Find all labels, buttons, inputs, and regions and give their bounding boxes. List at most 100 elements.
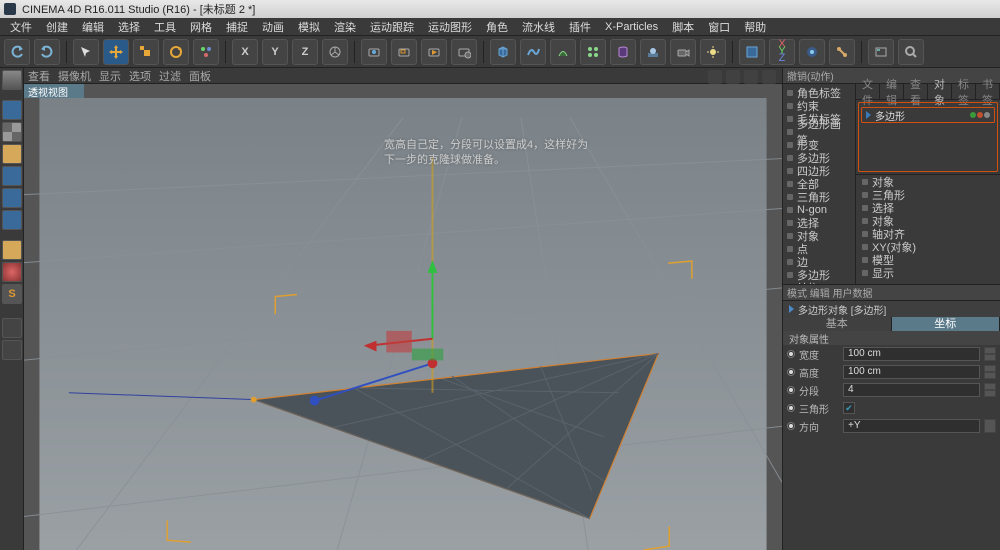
segments-field[interactable]: 4	[843, 383, 980, 397]
viewport-menu[interactable]: 查看摄像机显示选项过滤面板	[24, 68, 782, 84]
viewport-solo-icon[interactable]	[2, 318, 22, 338]
menu-工具[interactable]: 工具	[148, 19, 182, 35]
menu-脚本[interactable]: 脚本	[666, 19, 700, 35]
vpmenu-面板[interactable]: 面板	[189, 68, 211, 84]
snap-icon[interactable]: S	[2, 284, 22, 304]
live-select-icon[interactable]	[73, 39, 99, 65]
cmd-8[interactable]: 三角形	[783, 190, 855, 203]
menu-渲染[interactable]: 渲染	[328, 19, 362, 35]
menu-选择[interactable]: 选择	[112, 19, 146, 35]
tab-basic[interactable]: 基本	[783, 317, 892, 331]
perspective-viewport[interactable]: 查看摄像机显示选项过滤面板 透视视图	[24, 68, 782, 550]
objtab-对象[interactable]: 对象	[928, 84, 952, 99]
menu-模拟[interactable]: 模拟	[292, 19, 326, 35]
object-row-polygon[interactable]: 多边形	[861, 107, 995, 123]
command-list[interactable]: 角色标签约束毛发标签多边形画笔形变多边形四边形全部三角形N-gon选择对象点边多…	[783, 84, 856, 284]
render-view-icon[interactable]	[361, 39, 387, 65]
undo-button[interactable]	[4, 39, 30, 65]
deformer-icon[interactable]	[610, 39, 636, 65]
xref-icon[interactable]	[739, 39, 765, 65]
edge-mode-icon[interactable]	[2, 188, 22, 208]
cmd-6[interactable]: 四边形	[783, 164, 855, 177]
cmd-12[interactable]: 点	[783, 242, 855, 255]
cube-primitive-icon[interactable]	[490, 39, 516, 65]
vpmenu-过滤[interactable]: 过滤	[159, 68, 181, 84]
cmd-11[interactable]: 对象	[783, 229, 855, 242]
rotate-icon[interactable]	[163, 39, 189, 65]
last-tool-icon[interactable]	[193, 39, 219, 65]
objtab-文件[interactable]: 文件	[856, 84, 880, 99]
menu-流水线[interactable]: 流水线	[516, 19, 561, 35]
orientation-dropdown-icon[interactable]	[984, 419, 996, 433]
vpmenu-选项[interactable]: 选项	[129, 68, 151, 84]
render-region-icon[interactable]	[391, 39, 417, 65]
objtab-编辑[interactable]: 编辑	[880, 84, 904, 99]
coord-sys-icon[interactable]	[322, 39, 348, 65]
objtab-书签[interactable]: 书签	[976, 84, 1000, 99]
light-icon[interactable]	[700, 39, 726, 65]
move-icon[interactable]	[103, 39, 129, 65]
main-toolbar[interactable]: X Y Z XYZ	[0, 36, 1000, 68]
x-axis-icon[interactable]: X	[232, 39, 258, 65]
vpmenu-摄像机[interactable]: 摄像机	[58, 68, 91, 84]
menu-插件[interactable]: 插件	[563, 19, 597, 35]
menu-X-Particles[interactable]: X-Particles	[599, 21, 664, 33]
menu-帮助[interactable]: 帮助	[738, 19, 772, 35]
environment-icon[interactable]	[640, 39, 666, 65]
point-mode-icon[interactable]	[2, 166, 22, 186]
menu-网格[interactable]: 网格	[184, 19, 218, 35]
cmd-3[interactable]: 多边形画笔	[783, 125, 855, 138]
segments-stepper[interactable]	[984, 383, 996, 397]
array-icon[interactable]	[580, 39, 606, 65]
render-solo-icon[interactable]	[2, 340, 22, 360]
make-editable-icon[interactable]	[2, 70, 22, 90]
menu-编辑[interactable]: 编辑	[76, 19, 110, 35]
objtab-标签[interactable]: 标签	[952, 84, 976, 99]
height-field[interactable]: 100 cm	[843, 365, 980, 379]
menu-捕捉[interactable]: 捕捉	[220, 19, 254, 35]
search-icon[interactable]	[898, 39, 924, 65]
menu-动画[interactable]: 动画	[256, 19, 290, 35]
height-stepper[interactable]	[984, 365, 996, 379]
cmd-0[interactable]: 角色标签	[783, 86, 855, 99]
menu-文件[interactable]: 文件	[4, 19, 38, 35]
width-field[interactable]: 100 cm	[843, 347, 980, 361]
objtab-查看[interactable]: 查看	[904, 84, 928, 99]
menu-运动跟踪[interactable]: 运动跟踪	[364, 19, 420, 35]
camera-icon[interactable]	[670, 39, 696, 65]
mode-toolbar[interactable]: S	[0, 68, 24, 550]
vpmenu-显示[interactable]: 显示	[99, 68, 121, 84]
texture-mode-icon[interactable]	[2, 122, 22, 142]
menu-创建[interactable]: 创建	[40, 19, 74, 35]
main-menu[interactable]: 文件创建编辑选择工具网格捕捉动画模拟渲染运动跟踪运动图形角色流水线插件X-Par…	[0, 18, 1000, 36]
y-axis-icon[interactable]: Y	[262, 39, 288, 65]
spline-icon[interactable]	[520, 39, 546, 65]
model-mode-icon[interactable]	[2, 100, 22, 120]
axis-icon[interactable]	[2, 240, 22, 260]
menu-运动图形[interactable]: 运动图形	[422, 19, 478, 35]
object-manager[interactable]: 文件编辑查看对象标签书签 多边形 对象三角形选择对象轴对齐XY(对象)模型显示	[856, 84, 1000, 284]
render-pv-icon[interactable]	[421, 39, 447, 65]
triangle-checkbox[interactable]	[843, 402, 855, 414]
attr-menu[interactable]: 模式 编辑 用户数据	[783, 285, 1000, 301]
content-browser-icon[interactable]	[868, 39, 894, 65]
nurbs-icon[interactable]	[550, 39, 576, 65]
poly-mode-icon[interactable]	[2, 210, 22, 230]
redo-button[interactable]	[34, 39, 60, 65]
menu-角色[interactable]: 角色	[480, 19, 514, 35]
render-settings-icon[interactable]	[451, 39, 477, 65]
attr-tabs[interactable]: 基本 坐标	[783, 317, 1000, 331]
z-axis-icon[interactable]: Z	[292, 39, 318, 65]
layer-7[interactable]: 显示	[856, 266, 1000, 279]
menu-窗口[interactable]: 窗口	[702, 19, 736, 35]
object-manager-tabs[interactable]: 文件编辑查看对象标签书签	[856, 84, 1000, 100]
coord-icon[interactable]: XYZ	[769, 39, 795, 65]
cmd-10[interactable]: 选择	[783, 216, 855, 229]
workplane-icon[interactable]	[2, 144, 22, 164]
width-stepper[interactable]	[984, 347, 996, 361]
scale-icon[interactable]	[133, 39, 159, 65]
vpmenu-查看[interactable]: 查看	[28, 68, 50, 84]
orientation-field[interactable]: +Y	[843, 419, 980, 433]
soft-select-icon[interactable]	[2, 262, 22, 282]
cmd-14[interactable]: 多边形	[783, 268, 855, 281]
